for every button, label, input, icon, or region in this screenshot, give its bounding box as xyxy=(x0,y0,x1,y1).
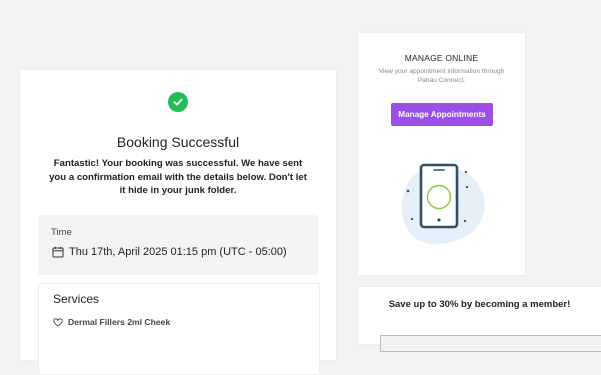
check-circle-icon xyxy=(168,92,188,112)
calendar-icon xyxy=(52,246,64,258)
manage-title: MANAGE ONLINE xyxy=(404,53,479,63)
manage-description: View your appointment information throug… xyxy=(378,68,505,84)
heart-icon xyxy=(53,318,63,327)
services-section: Services Dermal Fillers 2ml Cheek xyxy=(38,283,320,375)
membership-card: Save up to 30% by becoming a member! xyxy=(358,287,601,352)
phone-illustration xyxy=(401,163,485,244)
manage-appointments-button[interactable]: Manage Appointments xyxy=(391,103,493,126)
membership-title: Save up to 30% by becoming a member! xyxy=(388,299,571,310)
time-label: Time xyxy=(51,227,72,238)
time-section: Time Thu 17th, April 2025 01:15 pm (UTC … xyxy=(38,215,318,275)
booking-title: Booking Successful xyxy=(116,134,240,150)
booking-card: Booking Successful Fantastic! Your booki… xyxy=(20,70,336,375)
manage-online-card: MANAGE ONLINE View your appointment info… xyxy=(358,33,525,275)
booking-message: Fantastic! Your booking was successful. … xyxy=(49,158,307,196)
appointment-time: Thu 17th, April 2025 01:15 pm (UTC - 05:… xyxy=(69,246,287,258)
service-item: Dermal Fillers 2ml Cheek xyxy=(68,317,171,327)
services-title: Services xyxy=(53,292,100,306)
